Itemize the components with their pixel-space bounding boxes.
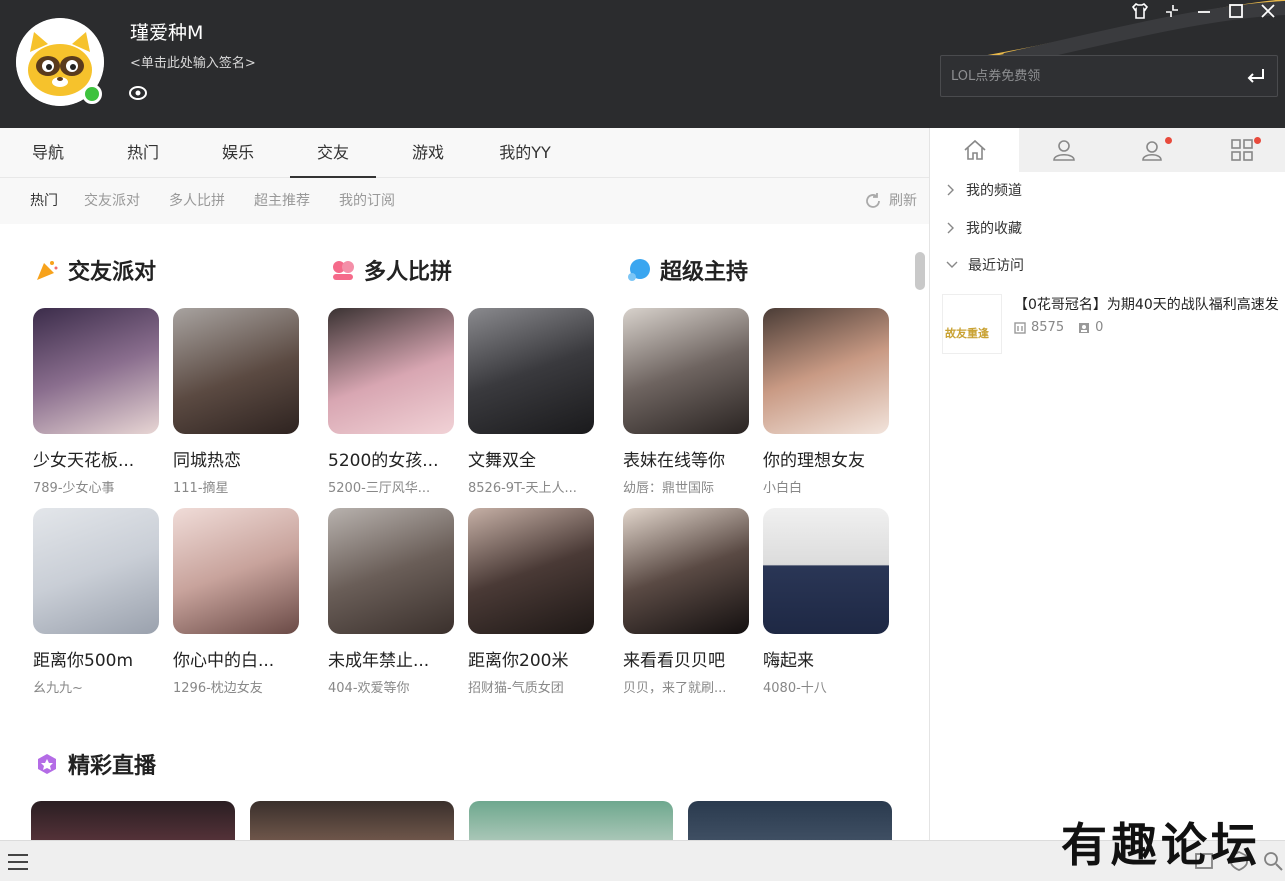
subtab-host[interactable]: 超主推荐 [254,178,310,224]
people-icon [333,261,354,280]
card-party-4[interactable]: 你心中的白... 1296-枕边女友 [173,508,299,696]
header-bar: 瑾爱种M <单击此处输入签名> [0,0,1285,128]
top-tabs: 导航 热门 娱乐 交友 游戏 我的YY [0,128,929,178]
signature-input[interactable]: <单击此处输入签名> [130,52,256,71]
live-card-2[interactable] [250,801,454,840]
card-party-3[interactable]: 距离你500m 幺九九~ [33,508,159,696]
maximize-icon[interactable] [1225,0,1247,22]
main-panel: 导航 热门 娱乐 交友 游戏 我的YY 热门 交友派对 多人比拼 超主推荐 我的… [0,128,929,840]
card-thumbnail [33,308,159,434]
home-icon [963,139,986,160]
viewers-icon [1014,321,1026,334]
notification-dot [1165,137,1172,144]
right-tab-apps[interactable] [1197,128,1285,172]
star-badge-icon [38,754,56,774]
member-icon [1079,322,1090,333]
refresh-icon [866,193,880,208]
refresh-button[interactable]: 刷新 [863,178,917,224]
close-icon[interactable] [1257,0,1279,22]
card-thumbnail [173,308,299,434]
forum-watermark: 有趣论坛 [1061,818,1261,872]
card-multi-2[interactable]: 文舞双全 8526-9T-天上人... [468,308,594,496]
card-thumbnail [623,308,749,434]
window-controls [1129,0,1279,22]
person-icon [1052,140,1075,161]
right-tab-contacts[interactable] [1019,128,1108,172]
tree-my-favorites[interactable]: 我的收藏 [946,218,1022,238]
subtab-subscriptions[interactable]: 我的订阅 [339,178,395,224]
search-box [940,55,1278,97]
scrollbar-thumb[interactable] [915,252,925,290]
live-card-1[interactable] [31,801,235,840]
bottom-bar: 有趣论坛 [0,818,1285,881]
party-horn-icon [37,261,58,280]
magnifier-icon[interactable] [1261,849,1285,873]
tab-nav[interactable]: 导航 [18,128,78,178]
recent-channel-title: 【0花哥冠名】为期40天的战队福利高速发 [1014,297,1279,313]
card-thumbnail [468,308,594,434]
card-host-4[interactable]: 嗨起来 4080-十八 [763,508,889,696]
right-tab-home[interactable] [930,128,1019,172]
card-thumbnail [33,508,159,634]
card-thumbnail [763,508,889,634]
refresh-label: 刷新 [889,193,917,209]
section-host-title: 超级主持 [626,254,748,286]
card-host-3[interactable]: 来看看贝贝吧 贝贝，来了就刷... [623,508,749,696]
tab-hot[interactable]: 热门 [113,128,173,178]
chevron-right-icon [947,184,954,196]
card-party-1[interactable]: 少女天花板... 789-少女心事 [33,308,159,496]
card-multi-3[interactable]: 未成年禁止... 404-欢爱等你 [328,508,454,696]
live-card-3[interactable] [469,801,673,840]
chevron-down-icon [946,261,958,268]
eye-icon[interactable] [128,84,148,102]
card-thumbnail [328,508,454,634]
tree-recent-visits[interactable]: 最近访问 [946,255,1024,275]
notification-dot [1254,137,1261,144]
right-panel: 我的频道 我的收藏 最近访问 故友重逢 【0花哥冠名】为期40天的战队福利高速发… [929,128,1285,840]
subtab-party[interactable]: 交友派对 [84,178,140,224]
sub-tabs: 热门 交友派对 多人比拼 超主推荐 我的订阅 刷新 [0,178,929,224]
viewer-count: 8575 [1014,320,1064,335]
subtab-hot[interactable]: 热门 [30,178,58,224]
card-multi-4[interactable]: 距离你200米 招财猫-气质女团 [468,508,594,696]
right-tabs [930,128,1285,172]
chevron-right-icon [947,222,954,234]
tab-games[interactable]: 游戏 [398,128,458,178]
shrink-icon[interactable] [1161,0,1183,22]
subtab-multi[interactable]: 多人比拼 [169,178,225,224]
recent-channel-item[interactable]: 故友重逢 【0花哥冠名】为期40天的战队福利高速发 8575 0 [942,294,1285,354]
grid-apps-icon [1230,139,1253,161]
live-card-4[interactable] [688,801,892,840]
card-thumbnail [763,308,889,434]
skin-shirt-icon[interactable] [1129,0,1151,22]
right-tab-friends[interactable] [1108,128,1197,172]
section-multi-title: 多人比拼 [330,254,452,286]
tree-my-channels[interactable]: 我的频道 [946,180,1022,200]
tab-social[interactable]: 交友 [290,128,376,178]
section-party-title: 交友派对 [34,254,156,286]
hamburger-menu-icon[interactable] [6,851,30,873]
recent-channel-thumbnail: 故友重逢 [942,294,1002,354]
recent-channel-stats: 8575 0 [1014,320,1103,335]
card-thumbnail [468,508,594,634]
card-thumbnail [173,508,299,634]
tab-my-yy[interactable]: 我的YY [490,128,560,178]
card-host-1[interactable]: 表妹在线等你 幼唇：鼎世国际 [623,308,749,496]
person-add-icon [1141,141,1162,161]
member-count: 0 [1078,320,1103,335]
chat-bubble-icon [628,259,650,281]
username[interactable]: 瑾爱种M [130,18,203,45]
search-input[interactable] [941,56,1231,96]
online-status-dot [82,84,102,104]
section-live-title: 精彩直播 [34,748,156,780]
card-multi-1[interactable]: 5200的女孩... 5200-三厅风华... [328,308,454,496]
card-host-2[interactable]: 你的理想女友 小白白 [763,308,889,496]
card-party-2[interactable]: 同城热恋 111-摘星 [173,308,299,496]
recent-thumb-text: 故友重逢 [945,327,989,340]
card-thumbnail [328,308,454,434]
enter-icon[interactable] [1245,66,1267,86]
card-thumbnail [623,508,749,634]
minimize-icon[interactable] [1193,0,1215,22]
tab-entertainment[interactable]: 娱乐 [208,128,268,178]
